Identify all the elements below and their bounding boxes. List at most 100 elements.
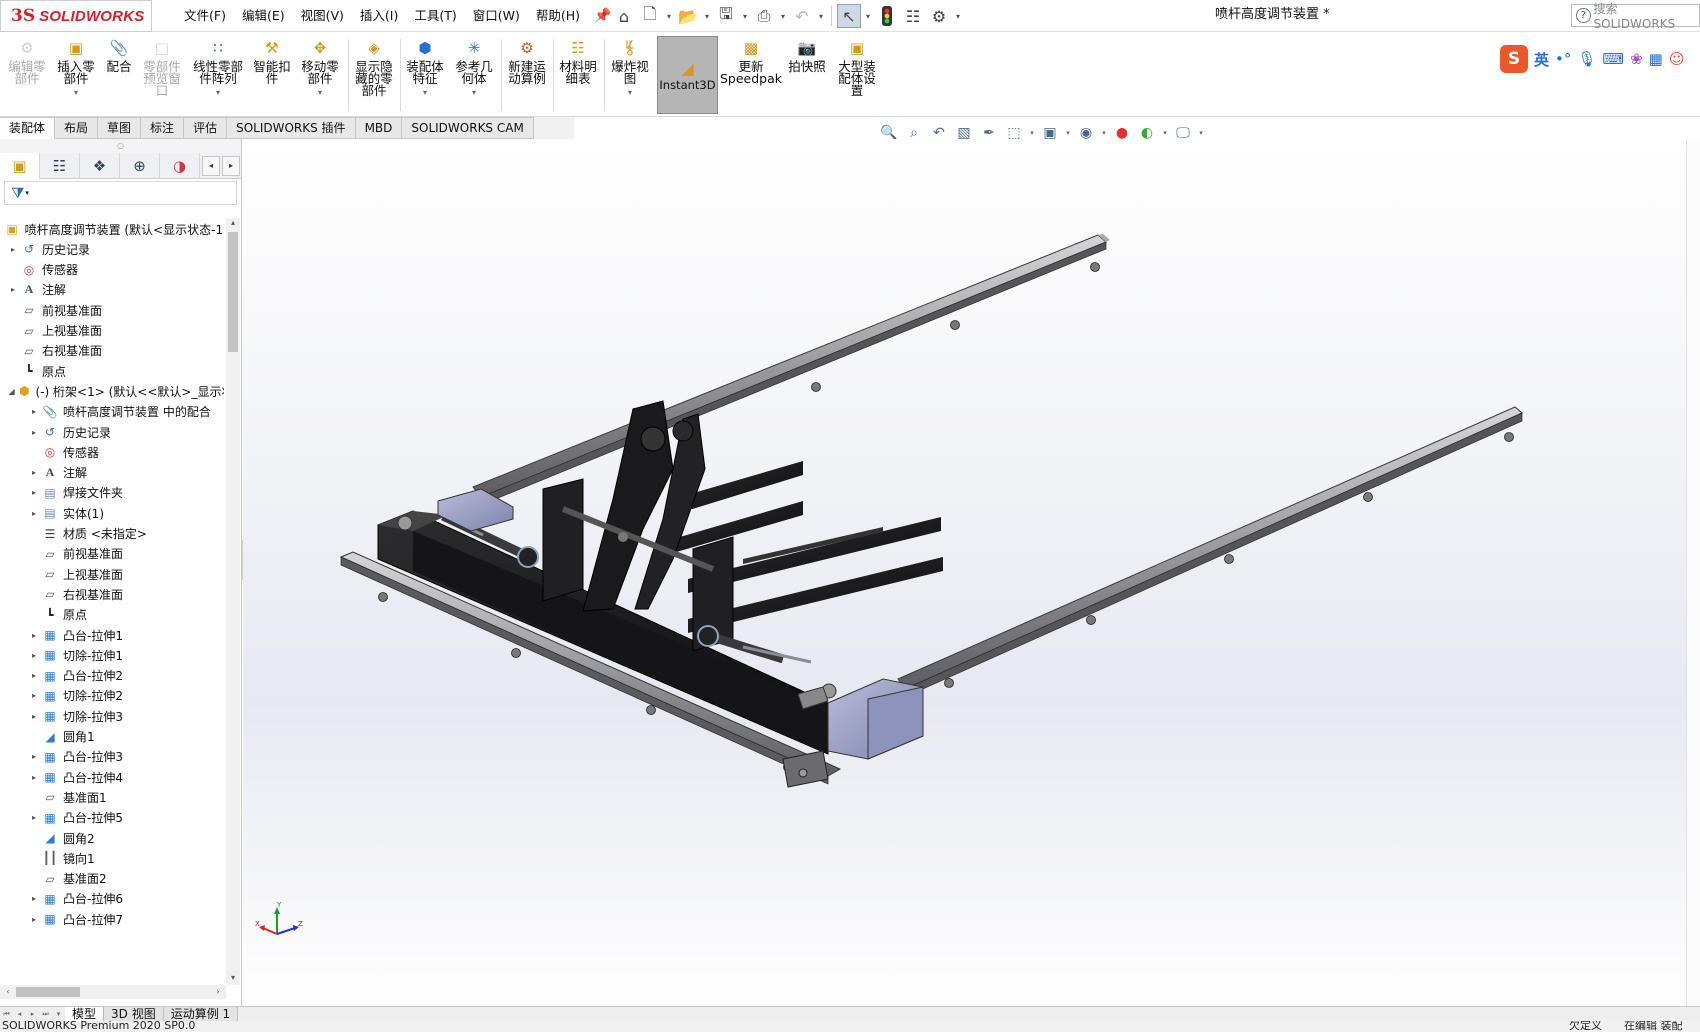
tree-item[interactable]: ▸ ▦ 凸台-拉伸7 [0, 908, 224, 930]
insert-components-button[interactable]: ▣ 插入零 部件 ▾ [53, 37, 99, 99]
expand-arrow-icon[interactable]: ▸ [6, 245, 20, 254]
undo-icon[interactable]: ↶ [790, 4, 814, 28]
smart-fasteners-button[interactable]: ⚒ 智能扣 件 [251, 37, 293, 85]
featuremanager-tree-icon[interactable]: ▣ [0, 152, 40, 179]
tree-item[interactable]: ▸ 📎 喷杆高度调节装置 中的配合 [0, 401, 224, 423]
task-pane-edge[interactable] [1686, 139, 1700, 1006]
toolbox-icon[interactable]: ▦ [1649, 50, 1663, 68]
pin-menu-icon[interactable]: 📌 [594, 8, 611, 24]
tree-item[interactable]: ◎ 传感器 [0, 259, 224, 281]
update-speedpak-button[interactable]: ▩ 更新 Speedpak [720, 37, 782, 85]
prev-tab-icon[interactable]: ◂ [13, 1008, 26, 1021]
tree-item[interactable]: ▸ ▦ 切除-拉伸1 [0, 644, 224, 666]
view-orientation-dropdown-icon[interactable]: ▾ [1028, 129, 1036, 137]
new-dropdown-icon[interactable]: ▾ [664, 4, 674, 28]
open-dropdown-icon[interactable]: ▾ [702, 4, 712, 28]
tree-item[interactable]: ▸ ▦ 凸台-拉伸5 [0, 807, 224, 829]
expand-arrow-icon[interactable]: ▸ [27, 509, 41, 518]
collapse-arrow-icon[interactable]: ◢ [6, 387, 17, 396]
ime-avatar-icon[interactable]: ☺ [1669, 50, 1685, 68]
tree-item[interactable]: ▱ 右视基准面 [0, 340, 224, 362]
expand-arrow-icon[interactable]: ▸ [27, 631, 41, 640]
tab-layout[interactable]: 布局 [55, 117, 99, 139]
expand-arrow-icon[interactable]: ▸ [27, 468, 41, 477]
display-manager-icon[interactable]: ◑ [160, 152, 200, 179]
save-icon[interactable]: 🖫 [714, 4, 738, 28]
tree-item[interactable]: ┗ 原点 [0, 360, 224, 382]
tree-item[interactable]: ▱ 右视基准面 [0, 583, 224, 605]
graphics-area[interactable]: Y X Z [243, 139, 1700, 1006]
configuration-manager-icon[interactable]: ❖ [80, 152, 120, 179]
expand-arrow-icon[interactable]: ▸ [27, 894, 41, 903]
expand-arrow-icon[interactable]: ▸ [27, 691, 41, 700]
tree-item[interactable]: ◢ 圆角2 [0, 827, 224, 849]
tree-vertical-scrollbar[interactable]: ▴ ▾ [226, 218, 240, 985]
select-dropdown-icon[interactable]: ▾ [863, 4, 873, 28]
assembly-features-dropdown-icon[interactable]: ▾ [423, 87, 427, 99]
tree-item[interactable]: ▸ ▦ 凸台-拉伸3 [0, 746, 224, 768]
scroll-right-icon[interactable]: › [212, 985, 224, 999]
show-hidden-components-button[interactable]: ◈ 显示隐 藏的零 部件 [352, 37, 396, 97]
tree-item[interactable]: ▸ A 注解 [0, 462, 224, 484]
panel-scroll-right-icon[interactable]: ▸ [222, 155, 240, 176]
first-tab-icon[interactable]: ⏮ [0, 1008, 13, 1021]
tree-item[interactable]: ┗ 原点 [0, 604, 224, 626]
mate-button[interactable]: 📎 配合 [104, 37, 134, 73]
assembly-features-button[interactable]: ⬢ 装配体 特征 ▾ [403, 37, 447, 99]
expand-arrow-icon[interactable]: ▸ [27, 773, 41, 782]
hide-show-dropdown-icon[interactable]: ▾ [1100, 129, 1108, 137]
menu-view[interactable]: 视图(V) [293, 0, 352, 32]
menu-edit[interactable]: 编辑(E) [234, 0, 293, 32]
help-icon[interactable]: ? [1576, 8, 1591, 23]
save-dropdown-icon[interactable]: ▾ [740, 4, 750, 28]
reference-geometry-dropdown-icon[interactable]: ▾ [472, 87, 476, 99]
vertical-scroll-thumb[interactable] [228, 232, 238, 352]
tab-evaluate[interactable]: 评估 [184, 117, 228, 139]
tree-item[interactable]: ▱ 基准面2 [0, 868, 224, 890]
tab-sketch[interactable]: 草图 [98, 117, 142, 139]
open-icon[interactable]: 📂 [676, 4, 700, 28]
tree-item[interactable]: ▸ ↺ 历史记录 [0, 238, 224, 260]
microphone-icon[interactable]: 🎙 [1577, 50, 1596, 68]
tree-item[interactable]: ▸ ▦ 切除-拉伸2 [0, 685, 224, 707]
tab-motion-study[interactable]: 运动算例 1 [163, 1006, 239, 1022]
linear-pattern-button[interactable]: ∷ 线性零部 件阵列 ▾ [190, 37, 246, 99]
menu-tools[interactable]: 工具(T) [406, 0, 464, 32]
tree-item[interactable]: ▸ ▤ 实体(1) [0, 502, 224, 524]
menu-window[interactable]: 窗口(W) [465, 0, 528, 32]
component-preview-button[interactable]: □ 零部件 预览窗 口 [140, 37, 184, 97]
expand-arrow-icon[interactable]: ▸ [27, 428, 41, 437]
undo-dropdown-icon[interactable]: ▾ [816, 4, 826, 28]
scroll-left-icon[interactable]: ‹ [2, 985, 14, 999]
tab-markup[interactable]: 标注 [141, 117, 185, 139]
expand-arrow-icon[interactable]: ▸ [27, 407, 41, 416]
tree-horizontal-scrollbar[interactable]: ‹ › [0, 985, 226, 999]
edit-component-button[interactable]: ⚙ 编辑零 部件 [6, 37, 48, 85]
expand-arrow-icon[interactable]: ▸ [27, 712, 41, 721]
tab-menu-icon[interactable]: ▾ [52, 1008, 65, 1021]
expand-arrow-icon[interactable]: ▸ [27, 488, 41, 497]
tree-item[interactable]: ▸ ▦ 凸台-拉伸2 [0, 665, 224, 687]
next-tab-icon[interactable]: ▸ [26, 1008, 39, 1021]
tree-item[interactable]: ▱ 基准面1 [0, 786, 224, 808]
dimxpert-manager-icon[interactable]: ⊕ [120, 152, 160, 179]
tree-item[interactable]: ▸ ▦ 凸台-拉伸1 [0, 624, 224, 646]
apply-scene-dropdown-icon[interactable]: ▾ [1161, 129, 1169, 137]
file-properties-icon[interactable]: ☷ [901, 4, 925, 28]
tree-item[interactable]: ☰ 材质 <未指定> [0, 523, 224, 545]
scroll-down-icon[interactable]: ▾ [226, 973, 240, 985]
insert-components-dropdown-icon[interactable]: ▾ [74, 87, 78, 99]
tree-filter[interactable]: ⧩ ▾ [4, 181, 237, 205]
print-icon[interactable]: ⎙ [752, 4, 776, 28]
linear-pattern-dropdown-icon[interactable]: ▾ [216, 87, 220, 99]
tree-item[interactable]: ▣ 喷杆高度调节装置 (默认<显示状态-1>) [0, 218, 224, 240]
expand-arrow-icon[interactable]: ▸ [27, 651, 41, 660]
tree-item[interactable]: ▱ 上视基准面 [0, 320, 224, 342]
instant3d-button[interactable]: ◢ Instant3D [657, 36, 718, 114]
tree-item[interactable]: ◎ 传感器 [0, 441, 224, 463]
tab-mbd[interactable]: MBD [355, 117, 403, 139]
tab-3d-view[interactable]: 3D 视图 [104, 1006, 164, 1022]
filter-icon[interactable]: ⧩ [11, 184, 24, 202]
menu-help[interactable]: 帮助(H) [528, 0, 588, 32]
expand-arrow-icon[interactable]: ▸ [27, 671, 41, 680]
